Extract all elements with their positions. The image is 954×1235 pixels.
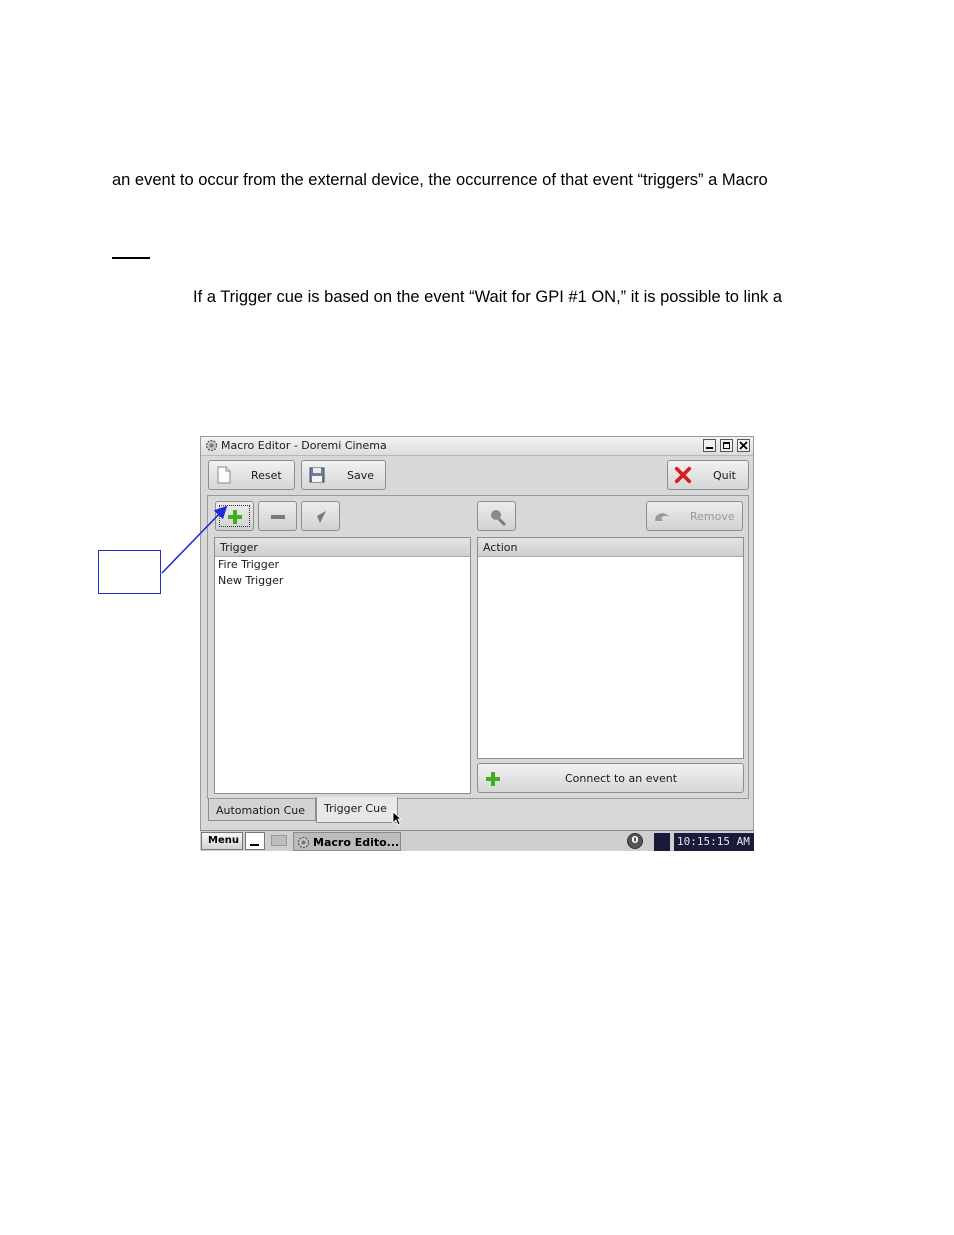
tab-trigger-cue[interactable]: Trigger Cue — [316, 797, 398, 823]
pencil-icon — [317, 511, 326, 523]
window-title: Macro Editor - Doremi Cinema — [221, 439, 387, 452]
tray-indicator — [654, 833, 670, 851]
gear-icon — [297, 836, 310, 849]
remove-action-button[interactable]: Remove — [646, 501, 743, 531]
action-list[interactable]: Action — [477, 537, 744, 759]
floppy-disk-icon — [309, 467, 325, 483]
quit-label: Quit — [713, 469, 736, 482]
menu-button[interactable]: Menu — [201, 832, 243, 850]
undo-arrow-icon — [655, 513, 670, 521]
quit-button[interactable]: Quit — [667, 460, 749, 490]
connect-to-event-button[interactable]: Connect to an event — [477, 763, 744, 793]
body-paragraph-2: If a Trigger cue is based on the event “… — [193, 288, 783, 306]
save-label: Save — [347, 469, 375, 482]
plus-icon — [486, 772, 500, 786]
search-person-icon — [491, 510, 507, 527]
rename-trigger-button[interactable] — [301, 501, 340, 531]
taskbar: Menu Macro Edito... 0 10:15:15 AM — [200, 830, 754, 851]
save-button[interactable]: Save — [301, 460, 386, 490]
action-column-header[interactable]: Action — [478, 538, 743, 557]
remove-trigger-button[interactable] — [258, 501, 297, 531]
note-underline — [112, 257, 150, 259]
clock: 10:15:15 AM — [674, 833, 754, 851]
mouse-cursor-icon — [392, 811, 402, 826]
remove-action-label: Remove — [690, 510, 735, 523]
close-button[interactable] — [737, 439, 750, 452]
add-trigger-button[interactable] — [215, 501, 254, 531]
gear-icon — [205, 439, 218, 452]
list-item[interactable]: New Trigger — [218, 574, 283, 587]
reset-button[interactable]: Reset — [208, 460, 295, 490]
maximize-button[interactable] — [720, 439, 733, 452]
keyboard-icon[interactable] — [271, 835, 287, 846]
list-item[interactable]: Fire Trigger — [218, 558, 279, 571]
find-action-button[interactable] — [477, 501, 516, 531]
minimize-button[interactable] — [703, 439, 716, 452]
reset-label: Reset — [251, 469, 282, 482]
minus-icon — [271, 515, 285, 519]
taskbar-item-macro-editor[interactable]: Macro Edito... — [293, 832, 401, 851]
tab-automation-cue[interactable]: Automation Cue — [208, 799, 316, 821]
trigger-list[interactable]: Trigger Fire Trigger New Trigger — [214, 537, 471, 794]
macro-editor-window: Macro Editor - Doremi Cinema Reset Save … — [200, 436, 754, 851]
trigger-column-header[interactable]: Trigger — [215, 538, 470, 557]
close-icon — [739, 441, 748, 450]
title-bar[interactable]: Macro Editor - Doremi Cinema — [201, 437, 753, 456]
callout-box — [98, 550, 161, 594]
body-paragraph-1: an event to occur from the external devi… — [112, 171, 768, 189]
show-desktop-button[interactable] — [245, 832, 265, 850]
connect-label: Connect to an event — [565, 772, 678, 785]
plus-icon — [228, 510, 242, 524]
quit-x-icon — [674, 466, 692, 484]
new-document-icon — [217, 466, 231, 484]
tray-status-icon[interactable]: 0 — [627, 833, 643, 849]
